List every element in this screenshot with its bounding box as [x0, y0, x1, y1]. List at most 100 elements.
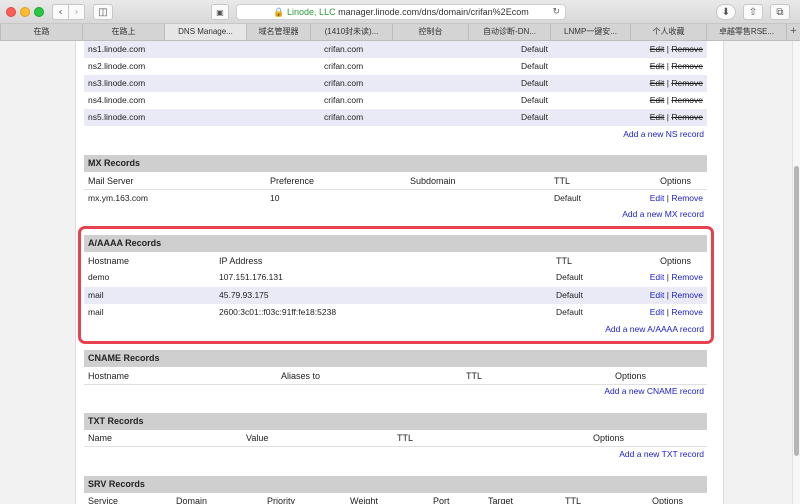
downloads-button[interactable]: ⬇ — [716, 4, 736, 20]
browser-toolbar: ‹ › ◫ ▣ 🔒 Linode, LLC manager.linode.com… — [0, 0, 800, 24]
ns-name: ns2.linode.com — [88, 61, 146, 71]
download-icon: ⬇ — [721, 6, 731, 18]
tab-0[interactable]: 在路 — [0, 24, 82, 40]
column-header: Target — [488, 496, 514, 504]
separator: | — [666, 193, 669, 203]
share-button[interactable]: ⇧ — [743, 4, 763, 20]
share-icon: ⇧ — [748, 6, 758, 18]
ns-ttl: Default — [521, 78, 548, 88]
ns-subdomain: crifan.com — [324, 44, 364, 54]
txt-title: TXT Records — [88, 416, 144, 426]
edit-link[interactable]: Edit — [650, 193, 665, 203]
url-text: manager.linode.com/dns/domain/crifan%2Ec… — [338, 7, 529, 17]
ns-row: ns3.linode.com crifan.com Default Edit |… — [84, 75, 707, 92]
section-header-txt: TXT Records — [84, 413, 707, 430]
srv-column-headers: Service Domain Priority Weight Port Targ… — [84, 493, 707, 504]
tab-4[interactable]: (1410封未读)... — [310, 24, 392, 40]
column-header: Options — [593, 433, 625, 443]
edit-link: Edit — [649, 78, 665, 88]
reader-icon: ▣ — [216, 7, 224, 17]
ns-row: ns2.linode.com crifan.com Default Edit |… — [84, 58, 707, 75]
remove-link: Remove — [671, 95, 703, 105]
sidebar-toggle-button[interactable]: ◫ — [93, 4, 113, 20]
ns-name: ns3.linode.com — [88, 78, 146, 88]
column-header: Options — [660, 176, 692, 186]
ns-name: ns1.linode.com — [88, 44, 146, 54]
separator: | — [666, 61, 669, 71]
srv-title: SRV Records — [88, 479, 145, 489]
tab-8[interactable]: 个人收藏 — [630, 24, 706, 40]
ns-ttl: Default — [521, 61, 548, 71]
add-ns-record-link[interactable]: Add a new NS record — [623, 129, 704, 139]
chevron-left-icon: ‹ — [58, 6, 63, 18]
scrollbar-thumb[interactable] — [794, 166, 799, 456]
column-header: Service — [88, 496, 119, 504]
ns-ttl: Default — [521, 112, 548, 122]
column-header: Value — [246, 433, 269, 443]
new-tab-button[interactable]: + — [786, 24, 800, 40]
ns-subdomain: crifan.com — [324, 112, 364, 122]
ns-row: ns4.linode.com crifan.com Default Edit |… — [84, 92, 707, 109]
separator: | — [666, 44, 669, 54]
cname-title: CNAME Records — [88, 353, 160, 363]
section-header-mx: MX Records — [84, 155, 707, 172]
mx-preference: 10 — [270, 193, 280, 203]
address-bar[interactable]: 🔒 Linode, LLC manager.linode.com/dns/dom… — [236, 4, 566, 20]
ns-subdomain: crifan.com — [324, 95, 364, 105]
edit-link: Edit — [649, 112, 665, 122]
remove-link[interactable]: Remove — [671, 193, 703, 203]
column-header: TTL — [554, 176, 571, 186]
add-txt-record-link[interactable]: Add a new TXT record — [619, 449, 704, 459]
highlight-frame — [78, 226, 714, 344]
column-header: TTL — [397, 433, 414, 443]
column-header: Mail Server — [88, 176, 134, 186]
section-header-srv: SRV Records — [84, 476, 707, 493]
tab-3[interactable]: 域名管理器 — [246, 24, 310, 40]
mx-title: MX Records — [88, 158, 141, 168]
ns-subdomain: crifan.com — [324, 61, 364, 71]
show-tabs-button[interactable]: ⧉ — [770, 4, 790, 20]
sidebar-icon: ◫ — [98, 6, 108, 18]
tab-7[interactable]: LNMP一键安... — [550, 24, 630, 40]
column-header: Options — [615, 371, 647, 381]
ns-ttl: Default — [521, 95, 548, 105]
tab-1[interactable]: 在路上 — [82, 24, 164, 40]
plus-icon: + — [790, 25, 797, 37]
tab-9[interactable]: 卓越零售RSE... — [706, 24, 786, 40]
minimize-window-button[interactable] — [20, 7, 30, 17]
reload-icon[interactable]: ↻ — [552, 5, 560, 19]
remove-link: Remove — [671, 112, 703, 122]
column-header: TTL — [565, 496, 582, 504]
mx-ttl: Default — [554, 193, 581, 203]
remove-link: Remove — [671, 78, 703, 88]
ns-subdomain: crifan.com — [324, 78, 364, 88]
close-window-button[interactable] — [6, 7, 16, 17]
ns-row: ns5.linode.com crifan.com Default Edit |… — [84, 109, 707, 126]
ns-name: ns5.linode.com — [88, 112, 146, 122]
column-header: Priority — [267, 496, 296, 504]
tab-5[interactable]: 控制台 — [392, 24, 468, 40]
add-cname-record-link[interactable]: Add a new CNAME record — [604, 386, 704, 396]
column-header: Domain — [176, 496, 208, 504]
column-header: TTL — [466, 371, 483, 381]
tab-2[interactable]: DNS Manage... — [164, 24, 246, 40]
reader-button[interactable]: ▣ — [211, 4, 229, 20]
separator: | — [666, 78, 669, 88]
txt-column-headers: Name Value TTL Options — [84, 430, 707, 447]
column-header: Subdomain — [410, 176, 456, 186]
separator: | — [666, 112, 669, 122]
add-mx-record-link[interactable]: Add a new MX record — [622, 209, 704, 219]
tab-bar: 在路 在路上 DNS Manage... 域名管理器 (1410封未读)... … — [0, 24, 800, 41]
section-header-cname: CNAME Records — [84, 350, 707, 367]
column-header: Name — [88, 433, 113, 443]
back-button[interactable]: ‹ — [52, 4, 69, 20]
forward-button[interactable]: › — [68, 4, 85, 20]
cname-column-headers: Hostname Aliases to TTL Options — [84, 368, 707, 385]
column-header: Hostname — [88, 371, 130, 381]
scrollbar[interactable] — [792, 41, 800, 504]
mx-server: mx.ym.163.com — [88, 193, 148, 203]
edit-link: Edit — [649, 61, 665, 71]
tab-6[interactable]: 自动诊断-DN... — [468, 24, 550, 40]
zoom-window-button[interactable] — [34, 7, 44, 17]
separator: | — [666, 95, 669, 105]
